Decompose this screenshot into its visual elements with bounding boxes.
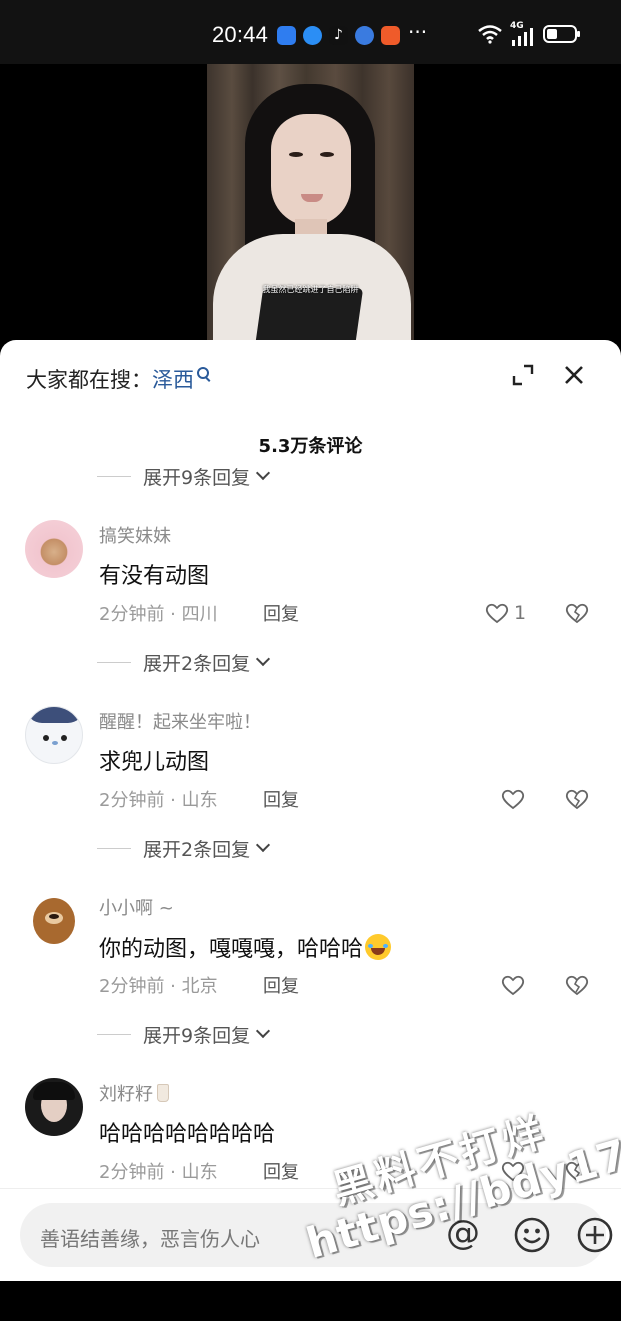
reply-button[interactable]: 回复 (263, 786, 299, 812)
reply-button[interactable]: 回复 (263, 972, 299, 998)
battery-icon (543, 25, 580, 43)
laughing-emoji-icon (365, 934, 392, 960)
comment-item: 小小啊 ~ 你的动图，嘎嘎嘎，哈哈哈 2分钟前 · 北京 回复 展开9条回复 (0, 892, 621, 1072)
tiktok-app-icon: ♪ (329, 26, 348, 45)
comment-text: 有没有动图 (99, 564, 210, 589)
close-icon[interactable] (563, 364, 585, 386)
comment-input-placeholder: 善语结善缘，恶言伤人心 (40, 1227, 260, 1251)
comment-item: 搞笑妹妹 有没有动图 2分钟前 · 四川 回复 1 展开2条回复 (0, 520, 621, 700)
browser-app-icon (355, 26, 374, 45)
status-bar: 20:44 ♪ ··· 4G (0, 0, 621, 64)
shield-app-icon (277, 26, 296, 45)
fullscreen-icon[interactable] (512, 364, 534, 386)
shop-app-icon (381, 26, 400, 45)
drink-emoji-icon (157, 1084, 169, 1102)
heart-icon (501, 789, 525, 810)
comment-text: 求兜儿动图 (99, 750, 210, 775)
chevron-down-icon (256, 837, 271, 853)
heart-icon (501, 975, 525, 996)
chevron-down-icon (256, 651, 271, 667)
status-time: 20:44 (212, 22, 269, 47)
message-app-icon (303, 26, 322, 45)
comment-username[interactable]: 小小啊 ~ (99, 894, 174, 920)
expand-replies-label: 展开2条回复 (143, 838, 251, 861)
avatar[interactable] (25, 892, 83, 950)
dislike-icon[interactable] (565, 602, 589, 624)
like-button[interactable]: 1 (485, 602, 526, 624)
avatar[interactable] (25, 520, 83, 578)
like-button[interactable] (501, 974, 525, 996)
signal-4g-icon: 4G (510, 21, 538, 46)
avatar[interactable] (25, 706, 83, 764)
network-label: 4G (510, 21, 524, 31)
comment-username[interactable]: 搞笑妹妹 (99, 522, 171, 548)
expand-replies-label: 展开9条回复 (143, 466, 251, 489)
video-player[interactable]: 我虽然已经跳进了自己陷阱 (207, 64, 414, 354)
heart-icon (485, 603, 509, 624)
comment-meta: 2分钟前 · 山东 (99, 790, 218, 811)
expand-replies-button[interactable]: 展开9条回复 (97, 1022, 271, 1047)
dislike-icon[interactable] (565, 788, 589, 810)
comment-count: 5.3万条评论 (258, 436, 363, 457)
more-notifications-icon: ··· (408, 20, 428, 44)
comment-username[interactable]: 醒醒！起来坐牢啦！ (99, 708, 261, 734)
expand-replies-label: 展开2条回复 (143, 652, 251, 675)
like-count: 1 (514, 602, 527, 624)
reply-button[interactable]: 回复 (263, 600, 299, 626)
comment-text: 你的动图，嘎嘎嘎，哈哈哈 (99, 930, 392, 963)
trending-search-keyword[interactable]: 泽西 (152, 368, 194, 392)
search-icon (197, 367, 209, 379)
trending-search[interactable]: 大家都在搜：泽西 (26, 364, 209, 394)
comment-meta: 2分钟前 · 四川 (99, 604, 218, 625)
wifi-icon (478, 25, 502, 44)
expand-replies-button[interactable]: 展开2条回复 (97, 836, 271, 861)
trending-search-prefix: 大家都在搜： (26, 368, 152, 392)
expand-replies-button[interactable]: 展开9条回复 (97, 464, 271, 489)
avatar[interactable] (25, 1078, 83, 1136)
dislike-icon[interactable] (565, 974, 589, 996)
expand-replies-button[interactable]: 展开2条回复 (97, 650, 271, 675)
chevron-down-icon (256, 1023, 271, 1039)
comment-username[interactable]: 刘籽籽 (99, 1080, 169, 1106)
comment-meta: 2分钟前 · 山东 (99, 1162, 218, 1183)
like-button[interactable] (501, 788, 525, 810)
video-caption: 我虽然已经跳进了自己陷阱 (262, 285, 359, 294)
comment-meta: 2分钟前 · 北京 (99, 976, 218, 997)
expand-replies-label: 展开9条回复 (143, 1024, 251, 1047)
comment-text: 哈哈哈哈哈哈哈哈 (99, 1122, 276, 1147)
comment-item: 醒醒！起来坐牢啦！ 求兜儿动图 2分钟前 · 山东 回复 展开2条回复 (0, 706, 621, 886)
chevron-down-icon (256, 465, 271, 481)
